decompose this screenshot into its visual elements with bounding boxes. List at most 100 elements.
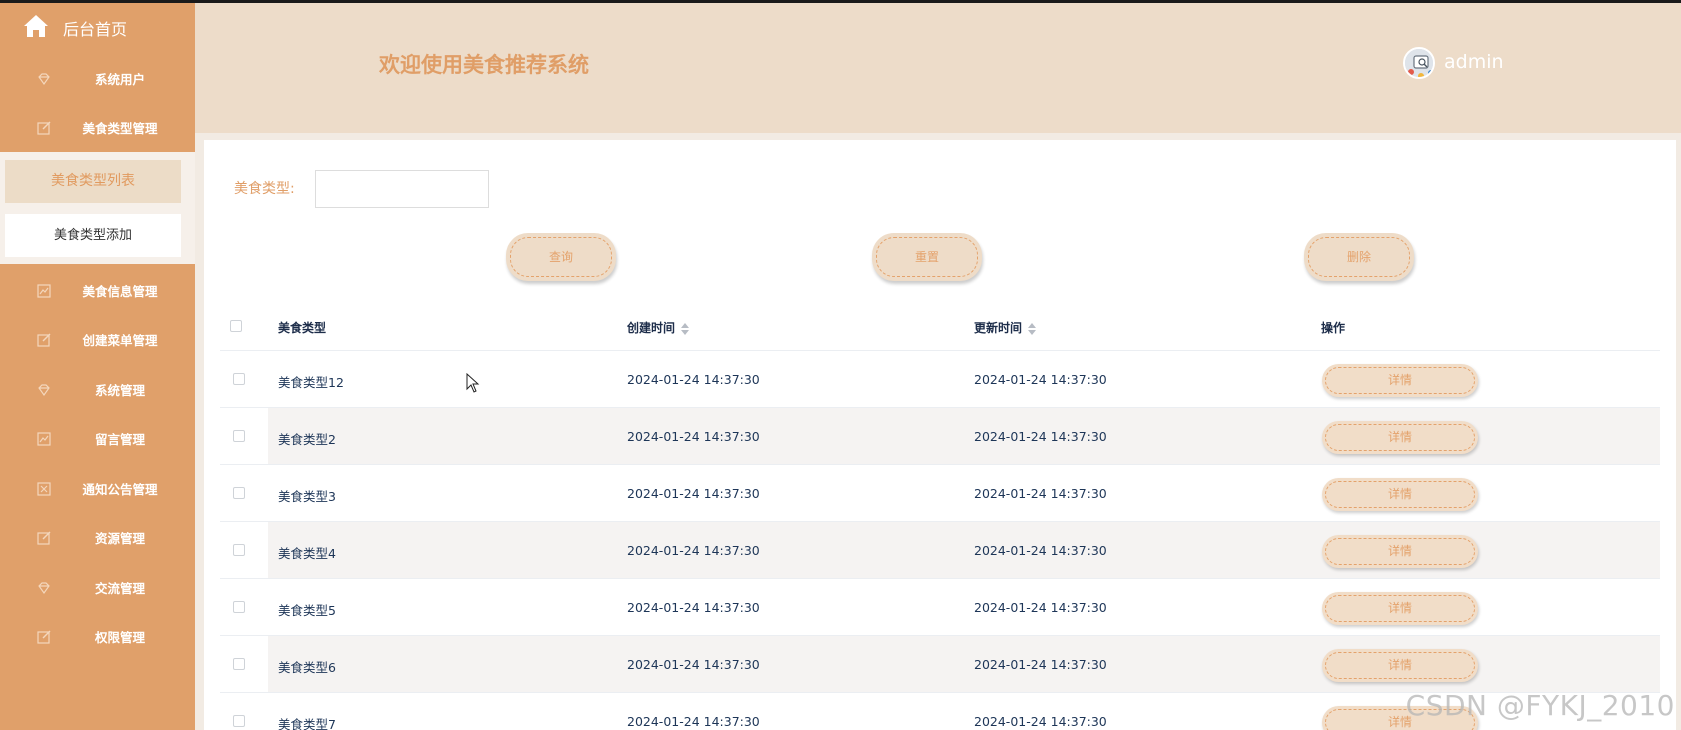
edit-icon (37, 333, 51, 347)
select-all-checkbox[interactable] (230, 320, 242, 332)
sidebar-item-notice-mgmt[interactable]: 通知公告管理 (0, 464, 195, 513)
cell-food-type: 美食类型5 (278, 603, 336, 618)
row-checkbox[interactable] (233, 487, 245, 499)
gem-icon (38, 384, 50, 397)
detail-button[interactable]: 详情 (1322, 478, 1478, 511)
edit-icon (37, 630, 51, 644)
cell-created: 2024-01-24 14:37:30 (627, 372, 760, 387)
cell-updated: 2024-01-24 14:37:30 (974, 372, 1107, 387)
username[interactable]: admin (1444, 51, 1504, 73)
cell-food-type: 美食类型12 (278, 375, 344, 390)
gem-icon (38, 73, 50, 86)
table-row: 美食类型6 2024-01-24 14:37:30 2024-01-24 14:… (220, 635, 1660, 693)
page-title: 欢迎使用美食推荐系统 (379, 53, 589, 77)
edit-icon (37, 531, 51, 545)
watermark: CSDN @FYKJ_2010 (1405, 689, 1675, 722)
sidebar-item-food-type-mgmt[interactable]: 美食类型管理 (0, 103, 195, 152)
sidebar-item-food-info-mgmt[interactable]: 美食信息管理 (0, 266, 195, 315)
avatar[interactable] (1403, 47, 1435, 79)
sidebar-item-label: 留言管理 (94, 432, 145, 447)
detail-button-label: 详情 (1325, 424, 1475, 451)
cell-food-type: 美食类型2 (278, 432, 336, 447)
table-row: 美食类型2 2024-01-24 14:37:30 2024-01-24 14:… (220, 407, 1660, 465)
submenu-food-type: 美食类型列表 美食类型添加 (0, 152, 195, 264)
chart-icon (37, 284, 51, 298)
food-type-filter-input[interactable] (315, 170, 489, 208)
reset-button[interactable]: 重置 (872, 233, 982, 281)
cell-food-type: 美食类型4 (278, 546, 336, 561)
cell-created: 2024-01-24 14:37:30 (627, 600, 760, 615)
sidebar-item-system-mgmt[interactable]: 系统管理 (0, 365, 195, 414)
sidebar-item-label: 美食信息管理 (82, 284, 158, 299)
sidebar-item-label: 权限管理 (94, 630, 145, 645)
sidebar-item-permission-mgmt[interactable]: 权限管理 (0, 612, 195, 661)
sidebar-item-system-users[interactable]: 系统用户 (0, 54, 195, 103)
cell-food-type: 美食类型7 (278, 717, 336, 730)
sort-icon[interactable] (681, 322, 690, 335)
sidebar-item-label: 美食类型管理 (82, 121, 158, 136)
sidebar-item-label: 创建菜单管理 (82, 333, 158, 348)
row-checkbox[interactable] (233, 658, 245, 670)
sort-icon[interactable] (1028, 322, 1037, 335)
cell-food-type: 美食类型6 (278, 660, 336, 675)
column-header-food-type: 美食类型 (278, 321, 327, 335)
submenu-item-food-type-list[interactable]: 美食类型列表 (5, 160, 181, 203)
home-icon (24, 15, 48, 37)
cell-updated: 2024-01-24 14:37:30 (974, 714, 1107, 729)
gem-icon (38, 582, 50, 595)
table-row: 美食类型4 2024-01-24 14:37:30 2024-01-24 14:… (220, 521, 1660, 579)
column-header-updated-label: 更新时间 (974, 321, 1023, 335)
reset-button-label: 重置 (876, 237, 978, 277)
column-header-updated[interactable]: 更新时间 (974, 319, 1037, 336)
chart-icon (37, 432, 51, 446)
column-header-created[interactable]: 创建时间 (627, 319, 690, 336)
detail-button[interactable]: 详情 (1322, 535, 1478, 568)
table-row: 美食类型5 2024-01-24 14:37:30 2024-01-24 14:… (220, 578, 1660, 636)
sidebar-item-create-menu-mgmt[interactable]: 创建菜单管理 (0, 315, 195, 364)
food-type-filter-label: 美食类型: (234, 181, 295, 197)
cell-created: 2024-01-24 14:37:30 (627, 486, 760, 501)
cell-updated: 2024-01-24 14:37:30 (974, 486, 1107, 501)
detail-button[interactable]: 详情 (1322, 649, 1478, 682)
sidebar-item-label: 系统用户 (94, 72, 145, 87)
sidebar-item-label: 资源管理 (94, 531, 145, 546)
detail-button-label: 详情 (1325, 367, 1475, 394)
sidebar-item-exchange-mgmt[interactable]: 交流管理 (0, 563, 195, 612)
cell-created: 2024-01-24 14:37:30 (627, 429, 760, 444)
table-header: 美食类型 创建时间 更新时间 操作 (220, 302, 1660, 350)
top-border (0, 0, 1681, 3)
search-button[interactable]: 查询 (506, 233, 616, 281)
mouse-cursor-icon (466, 373, 480, 393)
detail-button[interactable]: 详情 (1322, 421, 1478, 454)
detail-button[interactable]: 详情 (1322, 364, 1478, 397)
row-checkbox[interactable] (233, 544, 245, 556)
sidebar-item-label: 通知公告管理 (82, 482, 158, 497)
submenu-item-food-type-add[interactable]: 美食类型添加 (5, 214, 181, 257)
row-checkbox[interactable] (233, 715, 245, 727)
sidebar-item-label: 交流管理 (94, 581, 145, 596)
row-checkbox[interactable] (233, 430, 245, 442)
detail-button[interactable]: 详情 (1322, 592, 1478, 625)
table-row: 美食类型12 2024-01-24 14:37:30 2024-01-24 14… (220, 350, 1660, 408)
row-checkbox[interactable] (233, 373, 245, 385)
avatar-icon (1405, 49, 1433, 77)
sidebar: 后台首页 系统用户 美食类型管理 美食类型列表 美食类型添加 美食信息管理 创建… (0, 0, 195, 730)
detail-button-label: 详情 (1325, 595, 1475, 622)
detail-button-label: 详情 (1325, 652, 1475, 679)
detail-button-label: 详情 (1325, 538, 1475, 565)
header: 欢迎使用美食推荐系统 admin (195, 3, 1681, 133)
cell-updated: 2024-01-24 14:37:30 (974, 600, 1107, 615)
sidebar-item-message-mgmt[interactable]: 留言管理 (0, 414, 195, 463)
sidebar-item-resource-mgmt[interactable]: 资源管理 (0, 513, 195, 562)
sidebar-home-label: 后台首页 (63, 20, 128, 39)
search-button-label: 查询 (510, 237, 612, 277)
delete-button-label: 删除 (1308, 237, 1410, 277)
row-checkbox[interactable] (233, 601, 245, 613)
edit-icon (37, 121, 51, 135)
sidebar-home[interactable]: 后台首页 (0, 0, 195, 52)
cell-updated: 2024-01-24 14:37:30 (974, 657, 1107, 672)
cell-created: 2024-01-24 14:37:30 (627, 714, 760, 729)
table-row: 美食类型3 2024-01-24 14:37:30 2024-01-24 14:… (220, 464, 1660, 522)
close-box-icon (37, 482, 51, 496)
delete-button[interactable]: 删除 (1304, 233, 1414, 281)
